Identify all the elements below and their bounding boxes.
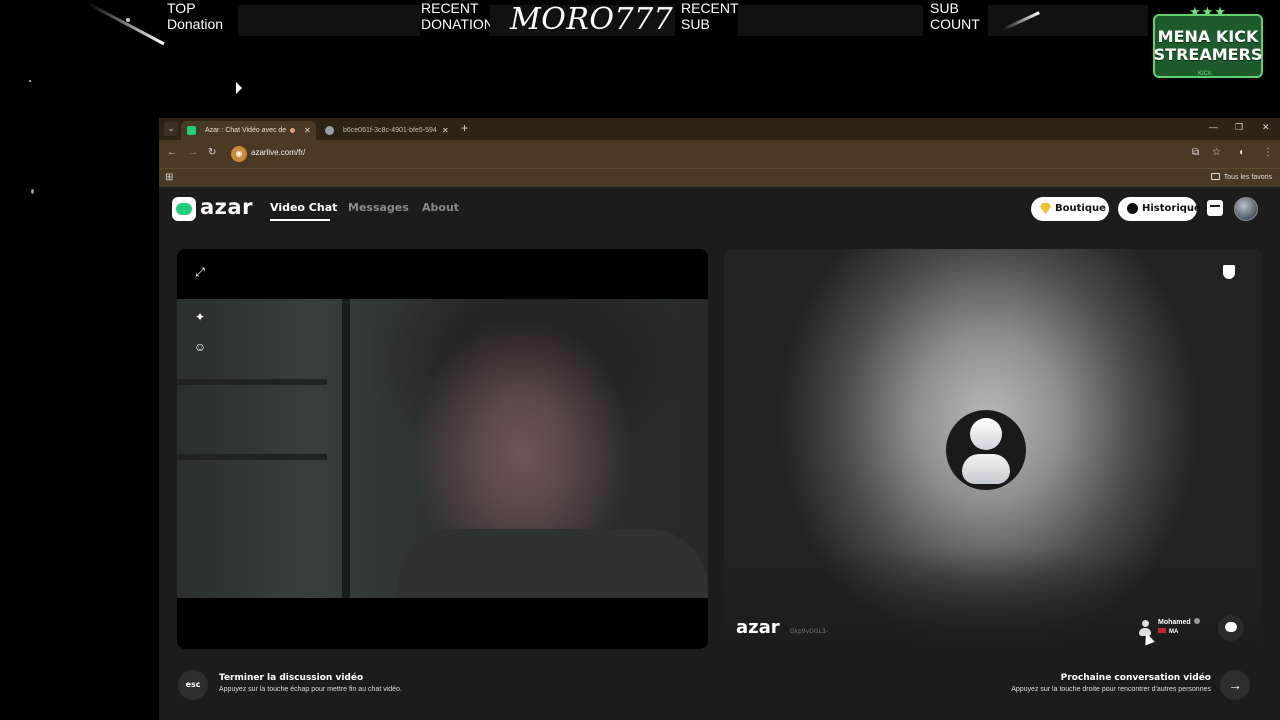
decorative-streak	[87, 2, 165, 46]
close-tab-icon[interactable]: ✕	[304, 121, 311, 140]
chat-bubble-button[interactable]	[1218, 615, 1244, 641]
remote-azar-watermark: azar Gkp9vDGL3-	[736, 617, 828, 638]
tab-search-dropdown-icon[interactable]: ⌄	[164, 122, 178, 136]
menu-icon[interactable]: ⋮	[1263, 147, 1273, 158]
top-donation-label: TOP Donation	[167, 0, 224, 32]
tab-title: Azar : Chat Vidéo avec de	[205, 127, 287, 134]
recording-indicator-icon	[288, 126, 297, 135]
next-arrow-button[interactable]: →	[1220, 670, 1250, 700]
end-chat-subtitle: Appuyez sur la touche échap pour mettre …	[219, 686, 402, 693]
restore-icon[interactable]: ❐	[1235, 122, 1243, 133]
browser-window: ⌄ Azar : Chat Vidéo avec de ✕ b6ce061f-3…	[159, 118, 1280, 720]
apps-grid-icon[interactable]: ⊞	[165, 172, 173, 183]
address-bar[interactable]: ◉ azarlive.com/fr/	[229, 143, 1229, 165]
nav-video-chat[interactable]: Video Chat	[270, 201, 337, 214]
remote-video: azar Gkp9vDGL3- Mohamed MA	[724, 249, 1262, 649]
close-window-icon[interactable]: ✕	[1262, 122, 1270, 133]
globe-icon	[325, 126, 334, 135]
profile-avatar[interactable]	[1234, 197, 1258, 221]
stream-overlay: TOP Donation RECENT DONATION MORO777 REC…	[0, 0, 1280, 118]
nav-about[interactable]: About	[422, 201, 459, 214]
expand-icon[interactable]: ⤢	[193, 265, 207, 279]
shelf	[342, 299, 350, 598]
gem-icon	[1040, 203, 1051, 214]
verified-icon	[1193, 618, 1200, 624]
azar-page: azar Video Chat Messages About Boutique …	[159, 187, 1280, 720]
end-chat-title: Terminer la discussion vidéo	[219, 673, 364, 683]
new-tab-icon[interactable]: +	[461, 121, 468, 135]
mena-kick-streamers-logo: ★★★ MENA KICK STREAMERS KICK	[1153, 4, 1263, 78]
recent-donation-label: RECENT DONATION	[421, 0, 494, 32]
morocco-flag-icon	[1158, 628, 1166, 633]
remote-code: Gkp9vDGL3-	[789, 628, 828, 635]
url-text: azarlive.com/fr/	[251, 148, 306, 157]
azar-logo-icon	[172, 197, 196, 221]
shop-icon[interactable]	[1207, 200, 1223, 216]
face-filter-icon[interactable]: ☺	[193, 340, 207, 354]
bookmark-star-icon[interactable]: ☆	[1212, 147, 1221, 158]
tab-title: b6ce061f-3c8c-4901-bfe5-594	[343, 127, 437, 134]
tab-uuid[interactable]: b6ce061f-3c8c-4901-bfe5-594 ✕	[319, 121, 454, 140]
sub-count-box	[988, 5, 1148, 36]
esc-key-button[interactable]: esc	[178, 670, 208, 700]
next-chat-subtitle: Appuyez sur la touche droite pour rencon…	[1011, 686, 1211, 693]
shelf	[177, 379, 327, 385]
shelf	[177, 454, 327, 460]
nav-messages[interactable]: Messages	[348, 201, 409, 214]
sub-count-label: SUB COUNT	[930, 0, 980, 32]
back-icon[interactable]: ←	[167, 147, 177, 158]
local-camera-feed	[177, 299, 708, 598]
magic-wand-icon[interactable]: ✦	[193, 310, 207, 324]
reload-icon[interactable]: ↻	[208, 147, 216, 158]
report-shield-icon[interactable]	[1223, 265, 1235, 279]
forward-icon[interactable]: →	[188, 147, 198, 158]
partner-country: MA	[1158, 628, 1178, 635]
all-bookmarks-button[interactable]: Tous les favoris	[1210, 173, 1272, 181]
azar-logo[interactable]: azar	[172, 195, 252, 221]
nav-active-indicator	[270, 219, 330, 221]
folder-icon	[1210, 173, 1220, 180]
tab-strip: ⌄ Azar : Chat Vidéo avec de ✕ b6ce061f-3…	[159, 118, 1280, 140]
close-tab-icon[interactable]: ✕	[442, 121, 449, 140]
cast-icon[interactable]: ⧉	[1192, 147, 1199, 158]
historique-button[interactable]: Historique	[1118, 197, 1201, 221]
recent-sub-box	[738, 5, 923, 36]
boutique-button[interactable]: Boutique	[1031, 197, 1109, 221]
azar-favicon-icon	[187, 126, 196, 135]
recent-donation-name: MORO777	[510, 2, 674, 37]
partner-avatar-placeholder-icon	[946, 410, 1026, 490]
extensions-icon[interactable]: ◐	[1239, 147, 1245, 158]
bookmarks-bar: ⊞ Tous les favoris	[159, 168, 1280, 187]
top-donation-box	[238, 5, 420, 36]
minimize-icon[interactable]: —	[1209, 122, 1218, 132]
browser-toolbar: ← → ↻ ◉ azarlive.com/fr/ ⧉ ☆ ◐ ⋮	[159, 140, 1280, 168]
partner-name[interactable]: Mohamed	[1158, 618, 1200, 626]
recent-sub-label: RECENT SUB	[681, 0, 739, 32]
person-hoodie	[397, 529, 708, 598]
site-info-icon[interactable]: ◉	[231, 146, 247, 162]
local-video: ⤢ ✦ ☺	[177, 249, 708, 649]
decorative-dot	[29, 80, 31, 82]
decorative-dot	[126, 18, 130, 22]
decorative-dot	[31, 189, 34, 194]
next-chat-title: Prochaine conversation vidéo	[1060, 673, 1211, 683]
tab-azar[interactable]: Azar : Chat Vidéo avec de ✕	[181, 121, 316, 140]
clock-icon	[1127, 203, 1138, 214]
mouse-cursor-icon	[236, 82, 242, 94]
